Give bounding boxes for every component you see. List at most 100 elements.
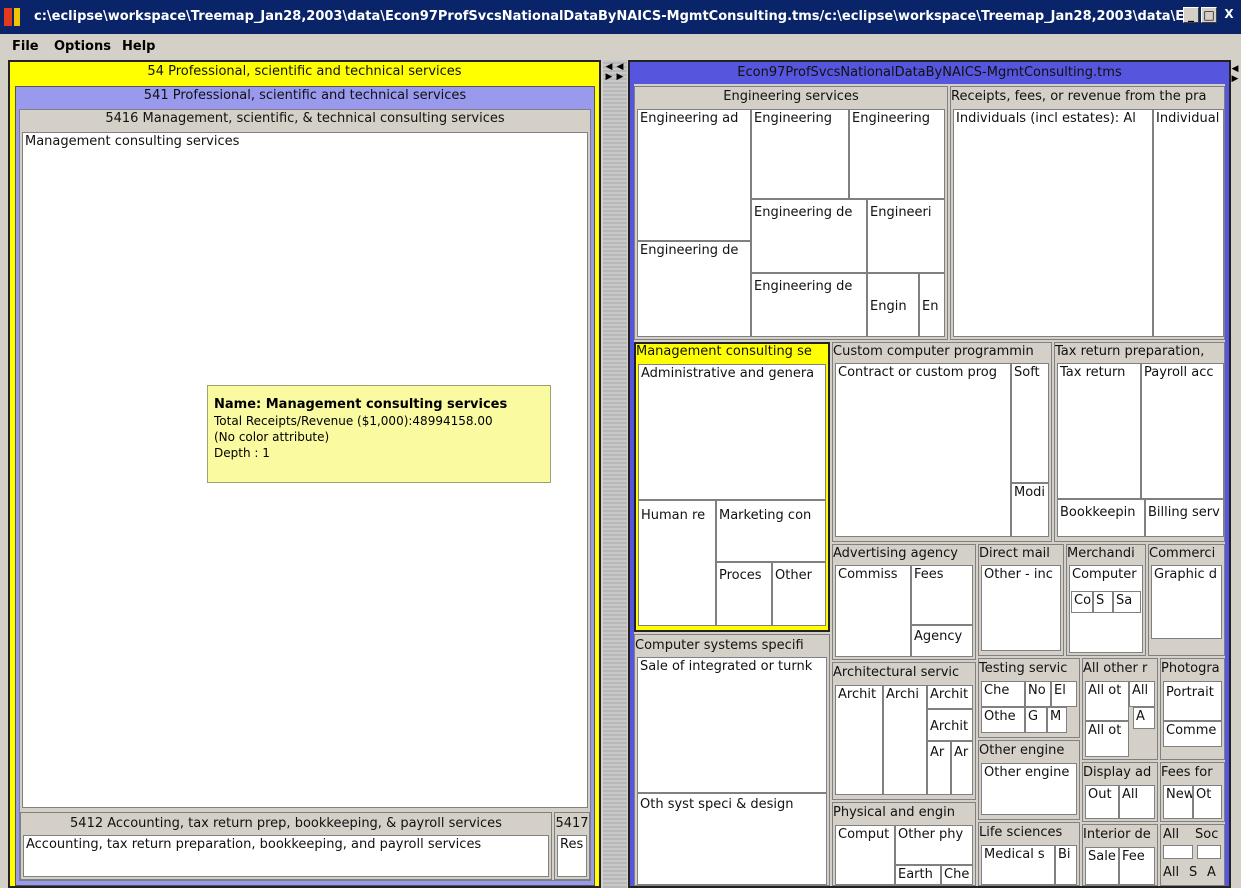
custom-leaf[interactable]: Soft	[1011, 363, 1049, 483]
life-sciences-node[interactable]: Life sciences Medical s Bi	[978, 822, 1080, 886]
advertising-node[interactable]: Advertising agency Commiss Fees Agency	[832, 544, 976, 660]
commerci-leaf[interactable]: Graphic d	[1151, 565, 1222, 639]
testing-leaf[interactable]: El	[1051, 681, 1077, 707]
mgmt-leaf[interactable]: Other	[772, 562, 826, 626]
misc-leaf[interactable]	[1197, 845, 1221, 859]
engineering-services-node[interactable]: Engineering services Engineering ad Engi…	[634, 86, 948, 340]
commercial-node[interactable]: Commerci Graphic d	[1148, 544, 1225, 656]
mgmt-leaf[interactable]: Administrative and genera	[638, 364, 826, 500]
computer-systems-node[interactable]: Computer systems specifi Sale of integra…	[634, 634, 830, 886]
photo-leaf[interactable]: Comme	[1163, 721, 1222, 747]
leaf-accounting[interactable]: Accounting, tax return preparation, book…	[23, 835, 549, 877]
eng-leaf[interactable]: Engineering	[849, 109, 945, 199]
right-treemap-pane[interactable]: Econ97ProfSvcsNationalDataByNAICS-MgmtCo…	[628, 60, 1238, 888]
eng-leaf[interactable]: Engin	[867, 273, 919, 337]
misc-label[interactable]: S	[1189, 865, 1205, 881]
arch-leaf[interactable]: Archit	[927, 709, 973, 741]
phys-header[interactable]: Physical and engin	[833, 805, 975, 823]
display-header[interactable]: Display ad	[1083, 765, 1157, 783]
custom-leaf[interactable]: Contract or custom prog	[835, 363, 1011, 537]
mgmt-leaf[interactable]: Marketing con	[716, 500, 826, 562]
phys-leaf[interactable]: Che	[941, 865, 973, 885]
merch-leaf[interactable]: Co	[1071, 591, 1093, 613]
eng-leaf[interactable]: Engineering ad	[637, 109, 751, 241]
research-header[interactable]: 5417	[555, 816, 589, 834]
eng-leaf[interactable]: Engineeri	[867, 199, 945, 273]
accounting-node[interactable]: 5412 Accounting, tax return prep, bookke…	[20, 812, 552, 880]
life-leaf[interactable]: Medical s	[981, 845, 1055, 885]
eng-leaf[interactable]: Engineering de	[751, 199, 867, 273]
interior-header[interactable]: Interior de	[1083, 827, 1157, 845]
root-header[interactable]: Econ97ProfSvcsNationalDataByNAICS-MgmtCo…	[630, 65, 1229, 83]
mgmt-header[interactable]: Management consulting se	[636, 344, 828, 362]
receipts-leaf[interactable]: Individuals (incl estates): Al	[953, 109, 1153, 337]
receipts-header[interactable]: Receipts, fees, or revenue from the pra	[951, 89, 1224, 107]
menu-options[interactable]: Options	[54, 39, 111, 54]
compsys-leaf[interactable]: Sale of integrated or turnk	[637, 657, 827, 793]
allother-leaf[interactable]: All ot	[1085, 721, 1129, 757]
merchandise-node[interactable]: Merchandi Computer Co S Sa	[1066, 544, 1146, 656]
phys-leaf[interactable]: Comput	[835, 825, 895, 885]
arch-leaf[interactable]: Ar	[927, 741, 951, 795]
direct-mail-node[interactable]: Direct mail Other - inc	[978, 544, 1064, 656]
othereng-leaf[interactable]: Other engine	[981, 763, 1077, 815]
management-consulting-node[interactable]: Management consulting se Administrative …	[634, 342, 830, 632]
menu-help[interactable]: Help	[122, 39, 155, 54]
direct-leaf[interactable]: Other - inc	[981, 565, 1061, 651]
arch-leaf[interactable]: Archit	[927, 685, 973, 709]
photo-header[interactable]: Photogra	[1161, 661, 1224, 679]
merch-header[interactable]: Merchandi	[1067, 546, 1145, 564]
level2-node[interactable]: 541 Professional, scientific and technic…	[15, 86, 595, 886]
arch-leaf[interactable]: Ar	[951, 741, 973, 795]
testing-leaf[interactable]: Othe	[981, 707, 1025, 733]
accounting-header[interactable]: 5412 Accounting, tax return prep, bookke…	[21, 816, 551, 834]
allother-leaf[interactable]: All ot	[1085, 681, 1129, 721]
arch-leaf[interactable]: Archit	[835, 685, 883, 795]
eng-leaf[interactable]: Engineering	[751, 109, 849, 199]
feesfor-leaf[interactable]: Ot	[1193, 785, 1222, 819]
testing-leaf[interactable]: M	[1047, 707, 1067, 733]
misc-leaf[interactable]	[1163, 845, 1193, 859]
minimize-button[interactable]: _	[1183, 7, 1199, 23]
othereng-header[interactable]: Other engine	[979, 743, 1079, 761]
left-treemap-pane[interactable]: 54 Professional, scientific and technica…	[8, 60, 601, 888]
allother-leaf[interactable]: A	[1133, 707, 1155, 729]
app-icon[interactable]	[4, 6, 22, 28]
collapse-left-icon[interactable]: ◀ ▶	[605, 62, 613, 82]
adv-header[interactable]: Advertising agency	[833, 546, 975, 564]
testing-leaf[interactable]: No	[1025, 681, 1051, 707]
engineering-header[interactable]: Engineering services	[635, 89, 947, 107]
life-leaf[interactable]: Bi	[1055, 845, 1077, 885]
level2-header[interactable]: 541 Professional, scientific and technic…	[16, 88, 594, 106]
adv-leaf[interactable]: Fees	[911, 565, 973, 625]
receipts-node[interactable]: Receipts, fees, or revenue from the pra …	[950, 86, 1225, 340]
arch-header[interactable]: Architectural servic	[833, 665, 975, 683]
architectural-node[interactable]: Architectural servic Archit Archi Archit…	[832, 662, 976, 800]
misc-label[interactable]: Soc	[1195, 827, 1225, 843]
physical-engineering-node[interactable]: Physical and engin Comput Other phy Eart…	[832, 802, 976, 886]
feesfor-leaf[interactable]: New	[1163, 785, 1193, 819]
adv-leaf[interactable]: Commiss	[835, 565, 911, 657]
allother-leaf[interactable]: All	[1129, 681, 1155, 707]
custom-leaf[interactable]: Modi	[1011, 483, 1049, 537]
interior-leaf[interactable]: Fee	[1119, 847, 1155, 885]
other-engineering-node[interactable]: Other engine Other engine	[978, 740, 1080, 820]
level3-header[interactable]: 5416 Management, scientific, & technical…	[20, 111, 590, 131]
leaf-research[interactable]: Res	[557, 835, 587, 877]
eng-leaf[interactable]: Engineering de	[751, 273, 867, 337]
custom-programming-node[interactable]: Custom computer programmin Contract or c…	[832, 342, 1052, 542]
testing-header[interactable]: Testing servic	[979, 661, 1079, 679]
adv-leaf[interactable]: Agency	[911, 625, 973, 657]
commerci-header[interactable]: Commerci	[1149, 546, 1224, 564]
feesfor-header[interactable]: Fees for	[1161, 765, 1224, 783]
testing-leaf[interactable]: Che	[981, 681, 1025, 707]
maximize-button[interactable]: □	[1201, 7, 1217, 23]
testing-node[interactable]: Testing servic Che No El Othe G M	[978, 658, 1080, 738]
collapse-right-edge-icon[interactable]: ◀ ▶	[1231, 64, 1239, 84]
display-ad-node[interactable]: Display ad Out All	[1082, 762, 1158, 822]
level1-header[interactable]: 54 Professional, scientific and technica…	[10, 64, 599, 84]
allother-header[interactable]: All other r	[1083, 661, 1157, 679]
misc-small-node[interactable]: All Soc All S A	[1160, 824, 1225, 886]
merch-leaf[interactable]: S	[1093, 591, 1113, 613]
research-node[interactable]: 5417 Res	[554, 812, 590, 880]
